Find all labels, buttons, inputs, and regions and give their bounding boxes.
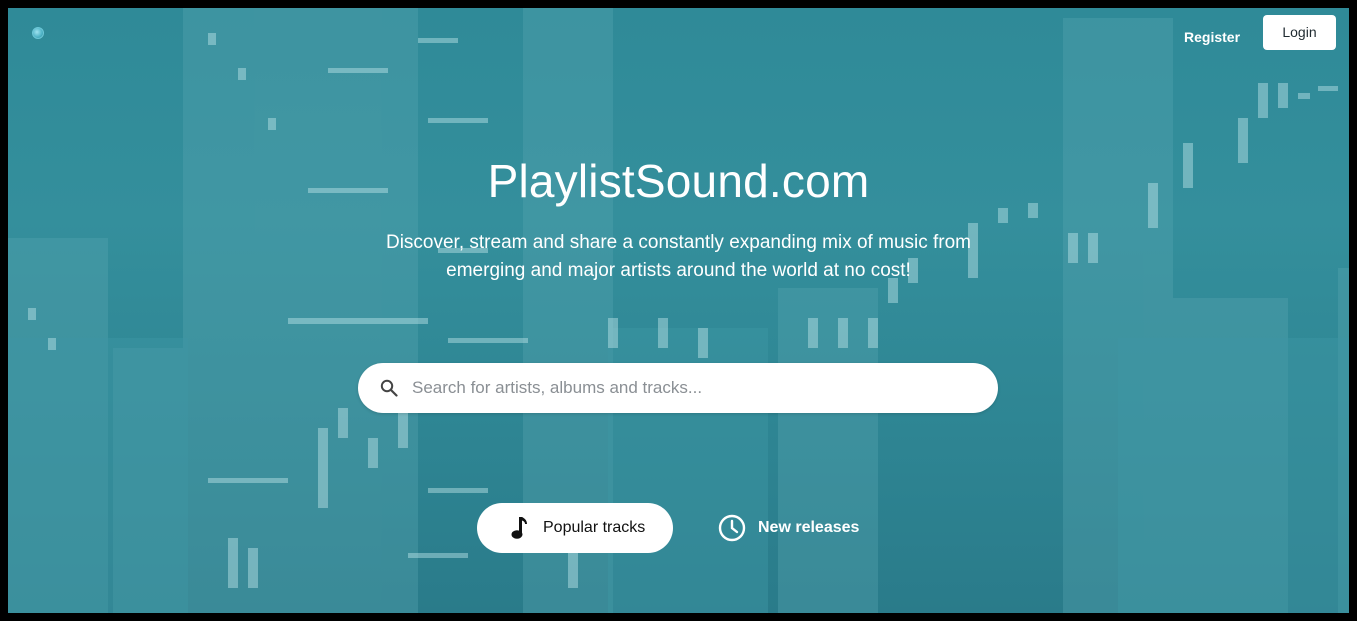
popular-tracks-button[interactable]: Popular tracks [477, 503, 673, 553]
clock-icon [718, 514, 746, 542]
new-releases-button[interactable]: New releases [714, 503, 864, 553]
new-releases-label: New releases [758, 519, 860, 536]
popular-tracks-label: Popular tracks [543, 519, 646, 536]
browser-frame: Register Login PlaylistSound.com Discove… [0, 0, 1357, 621]
login-button[interactable]: Login [1263, 15, 1336, 50]
hero-section: Register Login PlaylistSound.com Discove… [8, 8, 1349, 613]
page-title: PlaylistSound.com [487, 155, 870, 207]
search-icon[interactable] [380, 379, 398, 397]
search-bar[interactable] [358, 363, 998, 413]
hero-subtitle: Discover, stream and share a constantly … [385, 232, 972, 281]
music-note-icon [511, 517, 527, 539]
city-skyline-background [8, 8, 1349, 613]
register-link[interactable]: Register [1176, 23, 1248, 51]
search-input[interactable] [412, 363, 982, 413]
globe-logo-icon[interactable] [32, 27, 44, 39]
